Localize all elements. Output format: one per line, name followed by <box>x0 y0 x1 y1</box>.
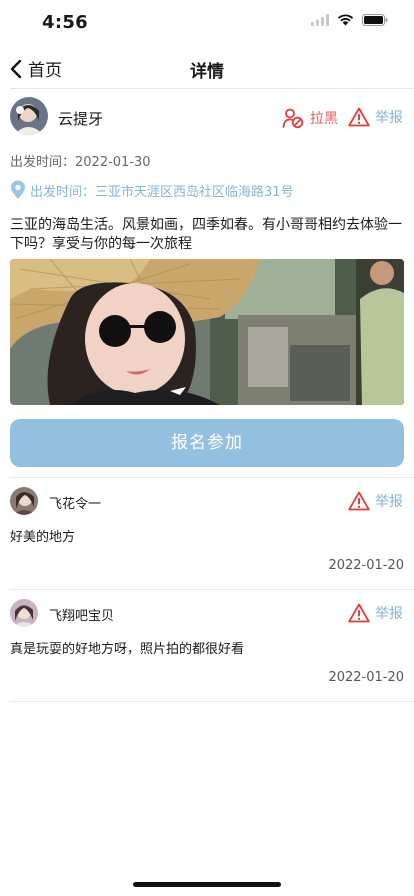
page-title: 详情 <box>190 62 224 82</box>
post-description: 三亚的海岛生活。风景如画，四季如春。有小哥哥相约去体验一下吗？享受与你的每一次旅… <box>10 217 402 252</box>
report-label: 举报 <box>375 494 403 510</box>
comment-divider <box>10 701 414 702</box>
block-user-icon <box>282 108 304 129</box>
location-text: 出发时间：三亚市天涯区西岛社区临海路31号 <box>30 184 294 200</box>
post-author-name[interactable]: 云提牙 <box>58 108 103 129</box>
comment-text: 好美的地方 <box>10 530 76 545</box>
nav-divider <box>10 88 414 89</box>
comment-date: 2022-01-20 <box>328 558 404 573</box>
warning-icon <box>348 603 370 623</box>
warning-icon <box>348 107 370 127</box>
battery-icon <box>362 14 388 26</box>
status-icons <box>311 14 388 26</box>
warning-icon <box>348 491 370 511</box>
section-divider <box>10 477 414 478</box>
departure-time: 出发时间：2022-01-30 <box>10 151 151 170</box>
post-photo[interactable] <box>10 259 404 405</box>
comment-divider <box>10 589 414 590</box>
comment-report-button[interactable]: 举报 <box>348 603 403 623</box>
report-button[interactable]: 举报 <box>348 107 403 127</box>
comment-text: 真是玩耍的好地方呀，照片拍的都很好看 <box>10 642 245 657</box>
comment-date: 2022-01-20 <box>328 670 404 685</box>
comment-report-button[interactable]: 举报 <box>348 491 403 511</box>
block-button[interactable]: 拉黑 <box>282 107 338 129</box>
report-label: 举报 <box>375 110 403 126</box>
report-label: 举报 <box>375 606 403 622</box>
post-author-avatar[interactable] <box>10 97 48 135</box>
wifi-icon <box>337 14 354 26</box>
location-pin-icon <box>11 180 25 199</box>
comment-author[interactable]: 飞翔吧宝贝 <box>49 605 114 624</box>
departure-label: 出发时间： <box>10 155 76 170</box>
block-label: 拉黑 <box>310 111 338 127</box>
comment-avatar[interactable] <box>10 487 38 515</box>
departure-date: 2022-01-30 <box>75 155 151 170</box>
signal-icon <box>311 14 329 26</box>
status-time: 4:56 <box>42 12 88 33</box>
join-button[interactable]: 报名参加 <box>10 419 404 467</box>
comment-avatar[interactable] <box>10 599 38 627</box>
location-row[interactable]: 出发时间：三亚市天涯区西岛社区临海路31号 <box>10 180 294 200</box>
home-indicator[interactable] <box>133 882 281 887</box>
comment-author[interactable]: 飞花令一 <box>49 493 101 512</box>
